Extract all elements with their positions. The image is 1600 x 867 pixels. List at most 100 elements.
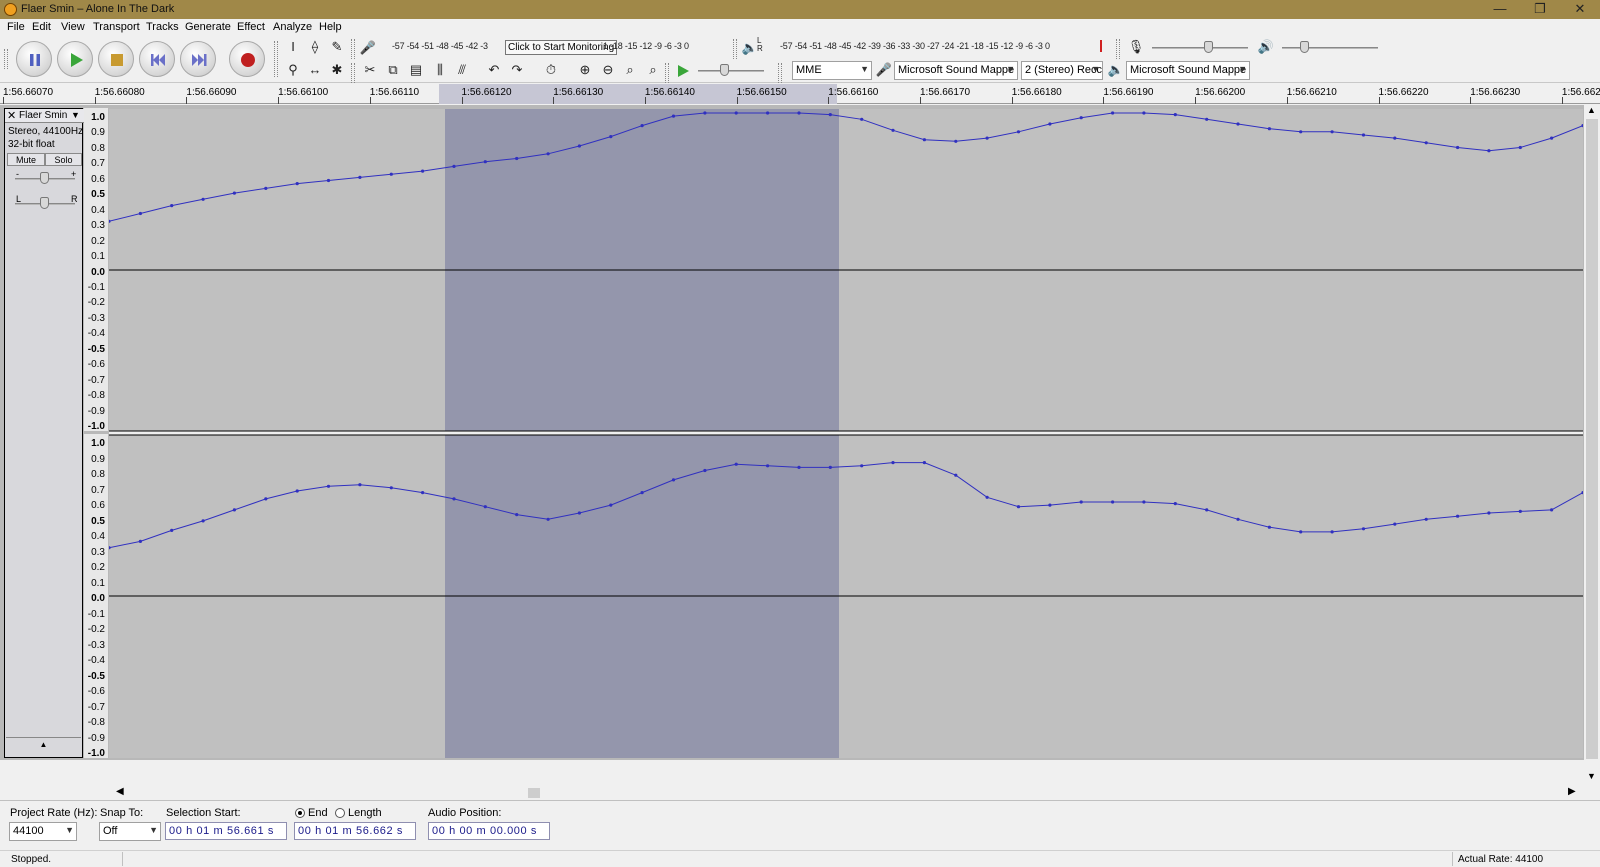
playback-meter-scale[interactable]: -57 -54 -51 -48 -45 -42 -39 -36 -33 -30 …	[780, 41, 1050, 51]
scroll-down-icon[interactable]: ▼	[1587, 771, 1596, 781]
timeline-ruler[interactable]: 1:56.66070 1:56.66080 1:56.66090 1:56.66100…	[0, 84, 1600, 104]
scroll-up-icon[interactable]: ▲	[1587, 105, 1596, 115]
sample-point	[1142, 111, 1146, 115]
track-name-bar[interactable]: ✕ Flaer Smin ▼	[5, 109, 84, 123]
waveform-display[interactable]	[109, 109, 1583, 758]
vertical-scrollbar[interactable]: ▲ ▼	[1584, 105, 1600, 785]
snap-to-select[interactable]: Off ▼	[99, 822, 161, 841]
envelope-tool-icon[interactable]: ⟠	[305, 37, 325, 57]
audio-position-field[interactable]: 00 h 00 m 00.000 s	[428, 822, 550, 840]
recording-device-select[interactable]: Microsoft Sound Mappe ▼	[894, 61, 1018, 80]
pause-icon	[30, 54, 40, 66]
menu-generate[interactable]: Generate	[185, 21, 231, 33]
scroll-right-icon[interactable]: ▶	[1568, 786, 1576, 797]
copy-icon[interactable]: ⧉	[383, 60, 403, 80]
menu-file[interactable]: File	[7, 21, 25, 33]
record-meter-scale[interactable]: -57 -54 -51 -48 -45 -42 -3	[392, 41, 488, 51]
end-radio[interactable]	[295, 808, 305, 818]
sample-point	[703, 468, 707, 473]
menu-tracks[interactable]: Tracks	[146, 21, 179, 33]
selection-tool-icon[interactable]: I	[283, 37, 303, 57]
redo-icon[interactable]: ↷	[507, 60, 527, 80]
toolbar-grip[interactable]	[274, 41, 278, 77]
sample-point	[1079, 500, 1083, 504]
cut-icon[interactable]: ✂	[360, 60, 380, 80]
menu-view[interactable]: View	[61, 21, 85, 33]
solo-button[interactable]: Solo	[45, 153, 82, 166]
skip-to-end-button[interactable]	[180, 41, 216, 77]
sample-point	[1205, 117, 1209, 121]
sample-point	[1393, 136, 1397, 140]
menu-effect[interactable]: Effect	[237, 21, 265, 33]
snap-to-value: Off	[103, 825, 118, 837]
recording-volume-thumb[interactable]	[1204, 41, 1213, 53]
undo-icon[interactable]: ↶	[484, 60, 504, 80]
menu-edit[interactable]: Edit	[32, 21, 51, 33]
vertical-scroll-thumb[interactable]	[1586, 119, 1598, 759]
microphone-meter-icon[interactable]: 🎤	[358, 38, 378, 58]
scroll-left-icon[interactable]: ◀	[116, 786, 124, 797]
project-rate-select[interactable]: 44100 ▼	[9, 822, 77, 841]
pan-slider-thumb[interactable]	[40, 197, 49, 209]
pause-button[interactable]	[16, 41, 52, 77]
fit-selection-icon[interactable]: ⌕	[620, 60, 640, 80]
sample-point	[1550, 136, 1554, 140]
menu-analyze[interactable]: Analyze	[273, 21, 312, 33]
close-track-icon[interactable]: ✕	[7, 109, 16, 122]
toolbar-grip[interactable]	[665, 63, 669, 83]
sync-lock-icon[interactable]: ⏱	[541, 60, 561, 80]
toolbar-grip[interactable]	[1116, 39, 1120, 59]
toolbar-grip[interactable]	[351, 39, 355, 59]
maximize-button[interactable]: ❐	[1520, 0, 1560, 19]
fit-project-icon[interactable]: ⌕	[643, 60, 663, 80]
horizontal-scrollbar[interactable]: ◀ ▶	[108, 786, 1584, 800]
zoom-in-icon[interactable]: ⊕	[575, 60, 595, 80]
recording-volume-slider[interactable]	[1152, 47, 1248, 49]
play-button[interactable]	[57, 41, 93, 77]
horizontal-scroll-thumb[interactable]	[528, 788, 540, 798]
length-radio[interactable]	[335, 808, 345, 818]
toolbar-grip[interactable]	[733, 39, 737, 59]
toolbar-grip[interactable]	[4, 49, 8, 69]
play-speed-thumb[interactable]	[720, 64, 729, 76]
time-shift-tool-icon[interactable]: ↔	[305, 60, 325, 80]
monitoring-tooltip: Click to Start Monitoring	[505, 40, 618, 55]
menu-transport[interactable]: Transport	[93, 21, 140, 33]
recording-channels-select[interactable]: 2 (Stereo) Recc ▼	[1021, 61, 1103, 80]
selection-start-field[interactable]: 00 h 01 m 56.661 s	[165, 822, 287, 840]
toolbar-grip[interactable]	[351, 63, 355, 83]
stop-button[interactable]	[98, 41, 134, 77]
selection-end-field[interactable]: 00 h 01 m 56.662 s	[294, 822, 416, 840]
playback-volume-thumb[interactable]	[1300, 41, 1309, 53]
mute-button[interactable]: Mute	[7, 153, 45, 166]
sample-point	[1299, 130, 1303, 134]
paste-icon[interactable]: ▤	[406, 60, 426, 80]
sample-point	[515, 513, 519, 517]
zoom-tool-icon[interactable]: ⚲	[283, 60, 303, 80]
zoom-out-icon[interactable]: ⊖	[598, 60, 618, 80]
audio-host-select[interactable]: MME ▼	[792, 61, 872, 80]
record-button[interactable]	[229, 41, 265, 77]
menu-help[interactable]: Help	[319, 21, 342, 33]
amplitude-scale-label: -0.6	[87, 686, 105, 697]
collapse-track-button[interactable]: ▲	[6, 737, 81, 750]
vertical-ruler-right[interactable]: 1.0 0.9 0.8 0.7 0.6 0.5 0.4 0.3 0.2 0.1 0.0 -0.1 -0.…	[84, 434, 108, 759]
record-meter-scale-right[interactable]: 1 -18 -15 -12 -9 -6 -3 0	[603, 41, 689, 51]
skip-to-start-button[interactable]	[139, 41, 175, 77]
silence-audio-icon[interactable]: ⫻	[452, 60, 472, 80]
playback-volume-slider[interactable]	[1282, 47, 1378, 49]
track-control-panel: ✕ Flaer Smin ▼ Stereo, 44100Hz 32-bit fl…	[4, 108, 84, 758]
track-menu-chevron-icon[interactable]: ▼	[71, 110, 80, 120]
chevron-down-icon: ▼	[1238, 64, 1247, 74]
trim-audio-icon[interactable]: ⫼	[430, 60, 450, 80]
toolbar-grip[interactable]	[778, 63, 782, 83]
multi-tool-icon[interactable]: ✱	[327, 60, 347, 80]
close-button[interactable]: ✕	[1560, 0, 1600, 19]
play-at-speed-icon[interactable]	[675, 63, 691, 79]
vertical-ruler-left[interactable]: 1.0 0.9 0.8 0.7 0.6 0.5 0.4 0.3 0.2 0.1 0.0 -0.1 -0.…	[84, 108, 108, 432]
gain-slider-thumb[interactable]	[40, 172, 49, 184]
playback-device-select[interactable]: Microsoft Sound Mappe ▼	[1126, 61, 1250, 80]
play-speed-slider[interactable]	[698, 70, 764, 72]
draw-tool-icon[interactable]: ✎	[327, 37, 347, 57]
minimize-button[interactable]: —	[1480, 0, 1520, 19]
